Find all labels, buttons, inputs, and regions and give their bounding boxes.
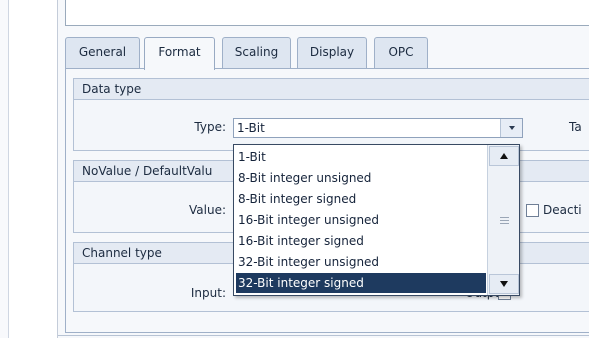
- scroll-down-button[interactable]: [489, 274, 519, 294]
- tab-opc[interactable]: OPC: [374, 37, 428, 69]
- grip-line: [500, 217, 509, 218]
- scrollbar-thumb[interactable]: [489, 167, 519, 273]
- tab-scaling[interactable]: Scaling: [222, 37, 291, 69]
- dropdown-option-highlighted[interactable]: 32-Bit integer signed: [236, 273, 486, 293]
- top-content-box: [65, 0, 589, 26]
- type-combobox-dropdown-button[interactable]: [500, 119, 522, 137]
- left-edge-strip: [0, 0, 8, 338]
- tab-display-label: Display: [309, 45, 355, 59]
- type-combobox-value: 1-Bit: [237, 121, 265, 135]
- dropdown-option[interactable]: 16-Bit integer unsigned: [236, 210, 486, 230]
- deactivate-label-fragment: Deacti: [543, 203, 582, 217]
- deactivate-checkbox[interactable]: [526, 204, 539, 217]
- dropdown-option[interactable]: 8-Bit integer signed: [236, 189, 486, 209]
- type-label: Type:: [194, 120, 226, 134]
- splitter-line[interactable]: [8, 0, 9, 338]
- tab-format[interactable]: Format: [144, 37, 215, 70]
- tab-general-label: General: [78, 45, 127, 59]
- data-type-group-header: Data type: [73, 78, 589, 100]
- dropdown-option[interactable]: 32-Bit integer unsigned: [236, 252, 486, 272]
- dropdown-scrollbar[interactable]: [487, 145, 519, 295]
- chevron-down-icon: [509, 126, 515, 130]
- type-combobox[interactable]: 1-Bit: [233, 118, 523, 138]
- dropdown-option[interactable]: 1-Bit: [236, 147, 486, 167]
- tab-display[interactable]: Display: [297, 37, 367, 69]
- arrow-up-icon: [500, 153, 508, 159]
- tab-format-label: Format: [158, 45, 201, 59]
- scroll-up-button[interactable]: [489, 146, 519, 166]
- tab-general[interactable]: General: [65, 37, 140, 69]
- tab-opc-label: OPC: [388, 45, 414, 59]
- dropdown-option[interactable]: 8-Bit integer unsigned: [236, 168, 486, 188]
- ta-label-fragment: Ta: [569, 120, 582, 134]
- type-dropdown-list: 1-Bit 8-Bit integer unsigned 8-Bit integ…: [233, 144, 520, 296]
- input-label: Input:: [190, 286, 226, 300]
- grip-line: [500, 223, 509, 224]
- data-type-title: Data type: [82, 82, 142, 96]
- grip-line: [500, 220, 509, 221]
- channel-type-title: Channel type: [82, 246, 162, 260]
- novalue-title: NoValue / DefaultValu: [82, 164, 213, 178]
- panel-bottom-line: [58, 335, 589, 336]
- value-label: Value:: [189, 203, 226, 217]
- arrow-down-icon: [500, 281, 508, 287]
- tab-scaling-label: Scaling: [234, 45, 279, 59]
- dropdown-option[interactable]: 16-Bit integer signed: [236, 231, 486, 251]
